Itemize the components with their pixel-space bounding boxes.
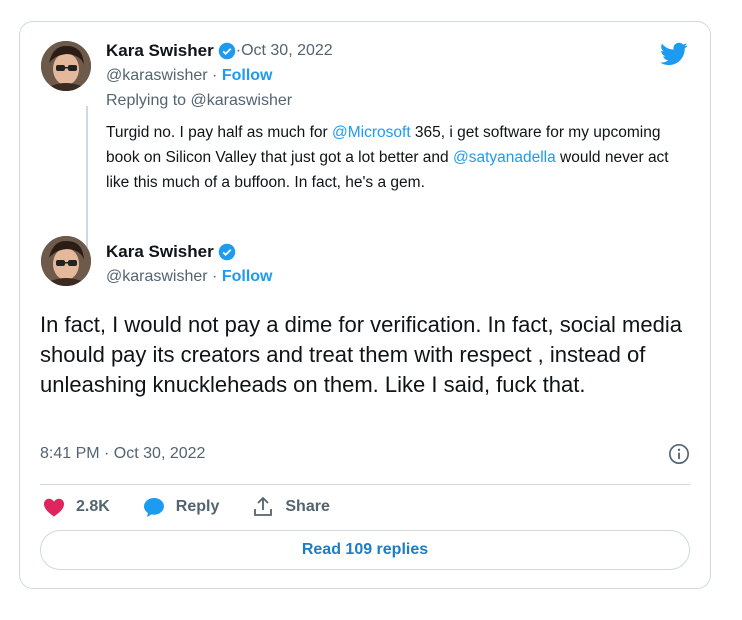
share-label: Share xyxy=(285,498,330,515)
reply-bubble-icon xyxy=(143,498,164,517)
tweet-actions: 2.8K Reply Share xyxy=(42,492,330,522)
separator: · xyxy=(207,268,222,285)
quoted-tweet-text: Turgid no. I pay half as much for @Micro… xyxy=(106,120,676,195)
like-count: 2.8K xyxy=(76,498,110,515)
thread-line xyxy=(86,106,88,248)
mention-link[interactable]: @Microsoft xyxy=(332,124,411,141)
share-button[interactable]: Share xyxy=(251,495,330,519)
separator: · xyxy=(207,67,222,84)
author-handle[interactable]: @karaswisher xyxy=(106,268,208,285)
tweet-text: In fact, I would not pay a dime for veri… xyxy=(40,312,682,397)
replying-to: Replying to @karaswisher xyxy=(106,92,293,109)
like-button[interactable]: 2.8K xyxy=(42,495,110,519)
verified-badge-icon xyxy=(218,42,235,60)
text-segment: Turgid no. I pay half as much for xyxy=(106,124,333,141)
info-icon[interactable] xyxy=(668,443,690,465)
avatar[interactable] xyxy=(41,41,91,91)
quoted-author-row: Kara Swisher · Oct 30, 2022 xyxy=(106,41,333,61)
quoted-handle-row: @karaswisher · Follow xyxy=(106,67,272,85)
tweet-timestamp[interactable]: 8:41 PM · Oct 30, 2022 xyxy=(40,445,205,463)
heart-icon xyxy=(44,498,64,517)
avatar[interactable] xyxy=(41,236,91,286)
twitter-bird-icon[interactable] xyxy=(658,40,690,68)
reply-label: Reply xyxy=(175,498,220,515)
mention-link[interactable]: @satyanadella xyxy=(453,149,556,166)
main-handle-row: @karaswisher · Follow xyxy=(106,268,272,286)
main-author-row: Kara Swisher xyxy=(106,242,236,262)
author-name[interactable]: Kara Swisher xyxy=(106,41,214,61)
verified-badge-icon xyxy=(218,243,235,261)
reply-button[interactable]: Reply xyxy=(142,495,220,519)
tweet-embed-card: Kara Swisher · Oct 30, 2022 @karaswisher… xyxy=(19,21,711,589)
follow-button[interactable]: Follow xyxy=(222,67,273,84)
tweet-date[interactable]: Oct 30, 2022 xyxy=(241,42,333,60)
author-handle[interactable]: @karaswisher xyxy=(106,67,208,84)
share-icon xyxy=(254,496,273,516)
author-name[interactable]: Kara Swisher xyxy=(106,242,214,262)
divider xyxy=(40,484,690,485)
follow-button[interactable]: Follow xyxy=(222,268,273,285)
read-replies-button[interactable]: Read 109 replies xyxy=(40,530,690,570)
